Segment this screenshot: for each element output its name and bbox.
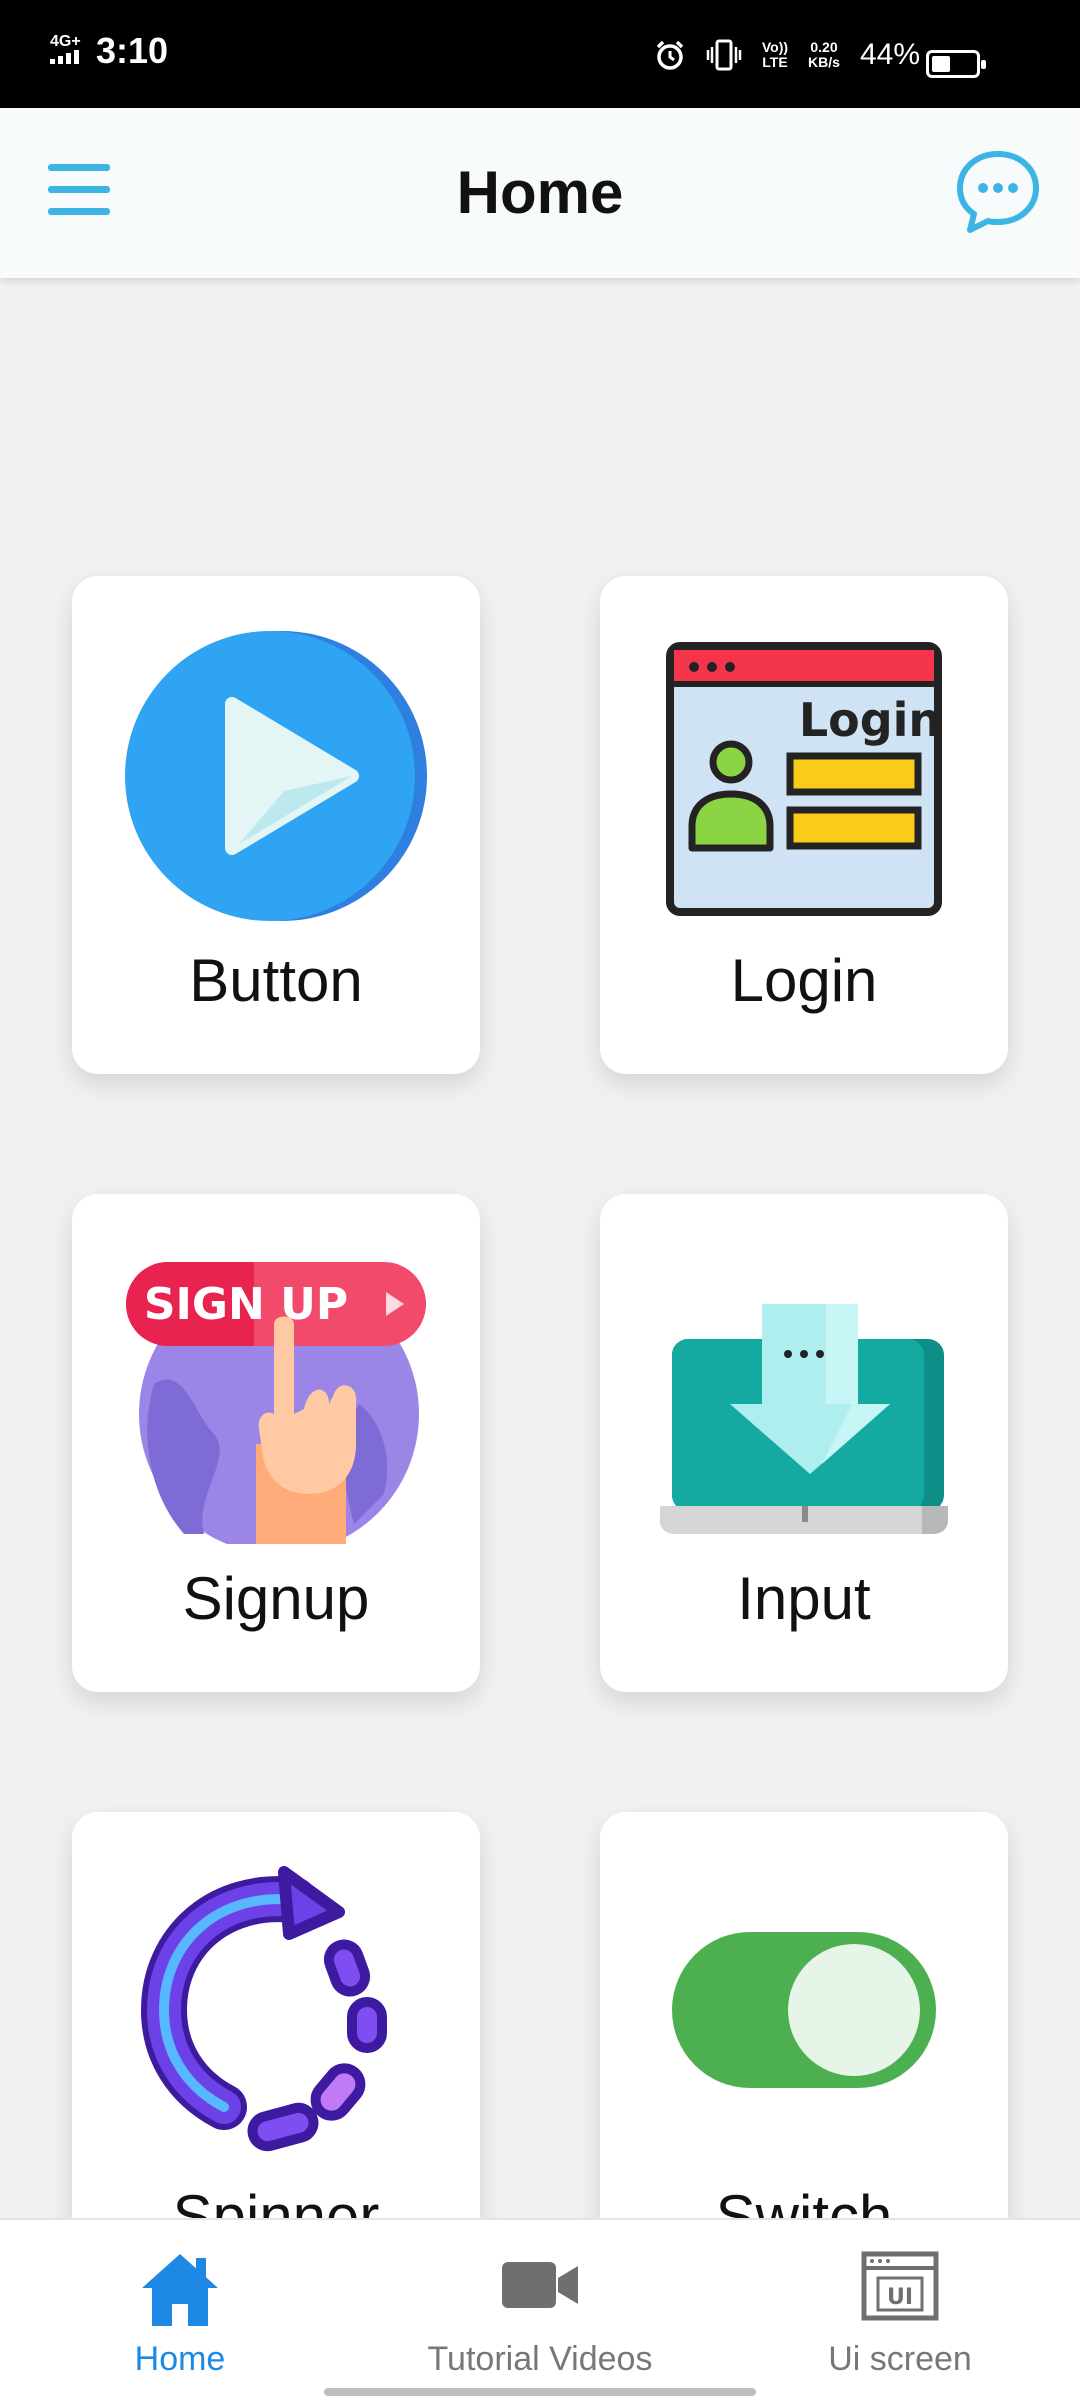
login-icon-text: Login [799, 693, 941, 747]
home-icon [138, 2250, 222, 2335]
bottom-navigation: Home Tutorial Videos UI Ui screen [0, 2218, 1080, 2400]
alarm-icon [656, 40, 684, 70]
nav-item-ui-screen[interactable]: UI Ui screen [720, 2220, 1080, 2400]
battery-icon [926, 50, 986, 78]
battery-fill [932, 56, 951, 72]
battery-percent: 44% [859, 38, 920, 71]
login-card[interactable]: Login Login [600, 576, 1008, 1074]
nav-label: Ui screen [828, 2340, 972, 2378]
signal-icon [50, 50, 79, 64]
login-form-icon: Login [652, 626, 956, 926]
nav-item-home[interactable]: Home [0, 2220, 360, 2400]
video-camera-icon [500, 2258, 580, 2317]
nav-item-tutorial-videos[interactable]: Tutorial Videos [360, 2220, 720, 2400]
button-card[interactable]: Button [72, 576, 480, 1074]
input-card[interactable]: Input [600, 1194, 1008, 1692]
clock: 3:10 [96, 30, 169, 71]
spinner-icon [124, 1862, 428, 2162]
play-icon [124, 626, 428, 926]
vibrate-icon [706, 39, 742, 71]
network-speed: 0.20 KB/s [808, 39, 840, 70]
toggle-switch-icon [652, 1862, 956, 2162]
card-label: Signup [182, 1565, 370, 1632]
card-label: Input [737, 1565, 871, 1632]
volte-indicator: Vo)) LTE [761, 39, 789, 70]
app-bar: Home [0, 108, 1080, 278]
ui-icon-text: UI [887, 2285, 913, 2310]
nav-label: Home [134, 2340, 226, 2378]
ui-window-icon: UI [860, 2250, 940, 2327]
gesture-bar[interactable] [324, 2388, 756, 2396]
chat-bubble-icon[interactable] [952, 146, 1044, 238]
laptop-download-icon [652, 1244, 956, 1544]
nav-label: Tutorial Videos [427, 2340, 653, 2378]
network-indicator: 4G+ [50, 34, 86, 68]
signup-card[interactable]: SIGN UP Signup [72, 1194, 480, 1692]
status-bar: 4G+ 3:10 Vo)) LTE 0.20 KB/s 44% [0, 0, 1080, 108]
signup-icon: SIGN UP [124, 1244, 428, 1554]
page-title: Home [456, 159, 624, 226]
card-label: Login [730, 947, 878, 1014]
card-label: Button [189, 947, 363, 1014]
signup-icon-text: SIGN UP [144, 1279, 348, 1330]
